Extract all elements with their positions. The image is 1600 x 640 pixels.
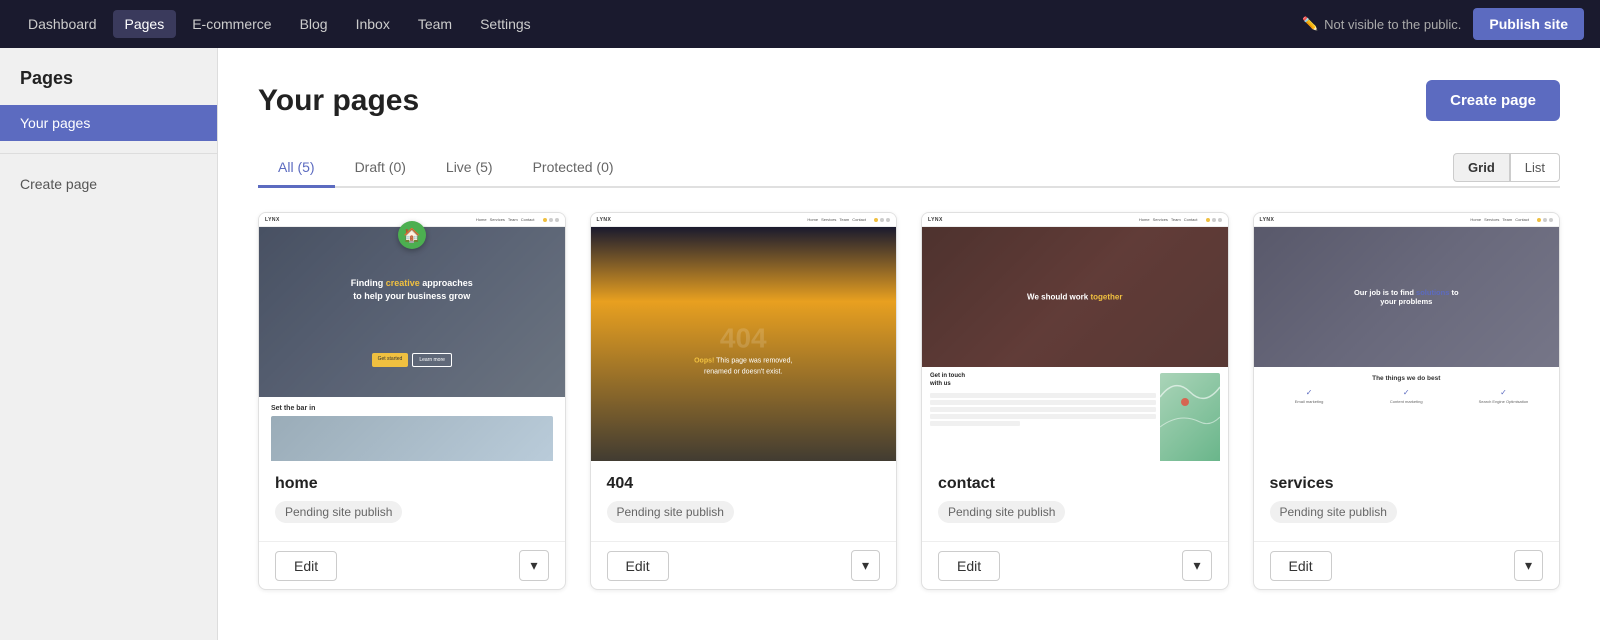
- tab-draft[interactable]: Draft (0): [335, 149, 426, 188]
- layout: Pages Your pages Create page Your pages …: [0, 48, 1600, 640]
- page-thumbnail-home: 🏠 LYNX Home Services Team Contact: [259, 213, 565, 461]
- view-toggle: Grid List: [1453, 153, 1560, 182]
- sidebar-divider: [0, 153, 217, 154]
- topnav: Dashboard Pages E-commerce Blog Inbox Te…: [0, 0, 1600, 48]
- page-info-home: home Pending site publish: [259, 461, 565, 541]
- sidebar-title: Pages: [0, 68, 217, 105]
- home-icon: 🏠: [398, 221, 426, 249]
- nav-item-team[interactable]: Team: [406, 10, 464, 38]
- nav-item-settings[interactable]: Settings: [468, 10, 543, 38]
- page-card-contact: LYNX Home Services Team Contact: [921, 212, 1229, 590]
- page-name-home: home: [275, 475, 549, 493]
- page-thumbnail-404: LYNX Home Services Team Contact: [591, 213, 897, 461]
- thumb-nav-404: LYNX Home Services Team Contact: [591, 213, 897, 227]
- edit-404-button[interactable]: Edit: [607, 551, 669, 581]
- pages-grid: 🏠 LYNX Home Services Team Contact: [258, 212, 1560, 590]
- dropdown-404-button[interactable]: ▾: [851, 550, 880, 581]
- topnav-right: ✏️ Not visible to the public. Publish si…: [1302, 8, 1584, 40]
- page-actions-services: Edit ▾: [1254, 541, 1560, 589]
- dropdown-home-button[interactable]: ▾: [519, 550, 548, 581]
- page-thumbnail-services: LYNX Home Services Team Contact: [1254, 213, 1560, 461]
- thumb-nav-services: LYNX Home Services Team Contact: [1254, 213, 1560, 227]
- page-card-services: LYNX Home Services Team Contact: [1253, 212, 1561, 590]
- edit-home-button[interactable]: Edit: [275, 551, 337, 581]
- page-card-404: LYNX Home Services Team Contact: [590, 212, 898, 590]
- page-name-contact: contact: [938, 475, 1212, 493]
- page-name-404: 404: [607, 475, 881, 493]
- pencil-icon: ✏️: [1302, 16, 1318, 32]
- edit-services-button[interactable]: Edit: [1270, 551, 1332, 581]
- not-visible-notice: ✏️ Not visible to the public.: [1302, 16, 1461, 32]
- page-info-contact: contact Pending site publish: [922, 461, 1228, 541]
- page-actions-404: Edit ▾: [591, 541, 897, 589]
- page-thumbnail-contact: LYNX Home Services Team Contact: [922, 213, 1228, 461]
- list-view-button[interactable]: List: [1510, 153, 1560, 182]
- page-status-services: Pending site publish: [1270, 501, 1397, 523]
- page-card-home: 🏠 LYNX Home Services Team Contact: [258, 212, 566, 590]
- sidebar: Pages Your pages Create page: [0, 48, 218, 640]
- nav-item-ecommerce[interactable]: E-commerce: [180, 10, 283, 38]
- tabs-left: All (5) Draft (0) Live (5) Protected (0): [258, 149, 634, 186]
- main-content: Your pages Create page All (5) Draft (0)…: [218, 48, 1600, 640]
- page-status-contact: Pending site publish: [938, 501, 1065, 523]
- page-info-404: 404 Pending site publish: [591, 461, 897, 541]
- page-actions-contact: Edit ▾: [922, 541, 1228, 589]
- page-actions-home: Edit ▾: [259, 541, 565, 589]
- dropdown-contact-button[interactable]: ▾: [1182, 550, 1211, 581]
- page-status-home: Pending site publish: [275, 501, 402, 523]
- sidebar-item-your-pages[interactable]: Your pages: [0, 105, 217, 141]
- thumb-nav-contact: LYNX Home Services Team Contact: [922, 213, 1228, 227]
- publish-site-button[interactable]: Publish site: [1473, 8, 1584, 40]
- page-name-services: services: [1270, 475, 1544, 493]
- tabs-bar: All (5) Draft (0) Live (5) Protected (0)…: [258, 149, 1560, 188]
- page-info-services: services Pending site publish: [1254, 461, 1560, 541]
- tab-all[interactable]: All (5): [258, 149, 335, 188]
- dropdown-services-button[interactable]: ▾: [1514, 550, 1543, 581]
- nav-item-blog[interactable]: Blog: [288, 10, 340, 38]
- page-title: Your pages: [258, 84, 419, 118]
- nav-item-dashboard[interactable]: Dashboard: [16, 10, 109, 38]
- tab-live[interactable]: Live (5): [426, 149, 513, 188]
- edit-contact-button[interactable]: Edit: [938, 551, 1000, 581]
- sidebar-item-create-page[interactable]: Create page: [0, 166, 217, 202]
- create-page-button[interactable]: Create page: [1426, 80, 1560, 121]
- nav-item-pages[interactable]: Pages: [113, 10, 177, 38]
- tab-protected[interactable]: Protected (0): [513, 149, 634, 188]
- page-status-404: Pending site publish: [607, 501, 734, 523]
- nav-item-inbox[interactable]: Inbox: [344, 10, 402, 38]
- main-header: Your pages Create page: [258, 80, 1560, 121]
- grid-view-button[interactable]: Grid: [1453, 153, 1510, 182]
